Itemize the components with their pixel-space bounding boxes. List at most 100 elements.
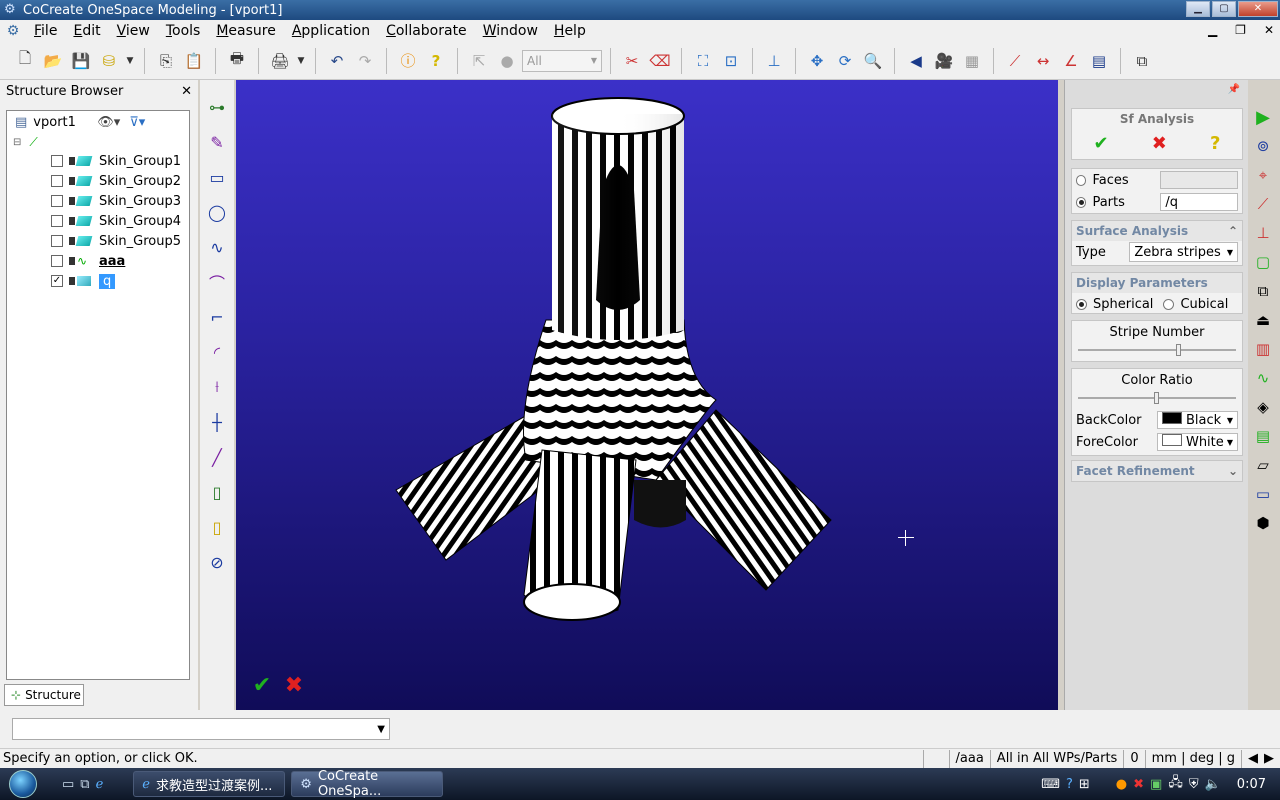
menu-window[interactable]: Window (475, 23, 546, 39)
split-icon[interactable]: ┼ (204, 409, 230, 435)
visibility-checkbox[interactable] (51, 235, 63, 247)
color-ratio-thumb[interactable] (1154, 392, 1159, 404)
rectangle-icon[interactable]: ▭ (204, 164, 230, 190)
help-question-icon[interactable]: ? (423, 48, 449, 74)
copy-part-icon[interactable]: ⧉ (1252, 280, 1274, 302)
type-select[interactable]: Zebra stripes ▼ (1129, 242, 1238, 262)
parts-radio[interactable] (1076, 196, 1087, 208)
pick-tool-icon[interactable]: ✂ (619, 48, 645, 74)
database-icon[interactable]: ⛁ (96, 48, 122, 74)
paste-icon[interactable]: 📋 (181, 48, 207, 74)
tree-item-skin-group3[interactable]: Skin_Group3 (51, 191, 189, 211)
tree-item-q[interactable]: ✓ q (51, 271, 189, 291)
close-icon[interactable]: ✕ (181, 84, 192, 99)
stripe-number-slider[interactable] (1078, 343, 1236, 357)
selection-filter-select[interactable]: All ▼ (522, 49, 602, 72)
measure-distance-icon[interactable]: ⟋ (1002, 48, 1028, 74)
close-button[interactable]: ✕ (1238, 1, 1278, 17)
dropdown-arrow-icon[interactable]: ▼ (124, 48, 136, 74)
assembly-tree-icon[interactable]: ⊶ (204, 94, 230, 120)
save-icon[interactable]: 💾 (68, 48, 94, 74)
visibility-checkbox[interactable] (51, 195, 63, 207)
tree-item-skin-group5[interactable]: Skin_Group5 (51, 231, 189, 251)
status-scope[interactable]: All in All WPs/Parts (989, 749, 1124, 768)
viewport-ok-icon[interactable]: ✔ (250, 674, 274, 698)
menu-view[interactable]: View (109, 23, 158, 39)
menu-measure[interactable]: Measure (208, 23, 284, 39)
camera-icon[interactable]: 🎥 (931, 48, 957, 74)
arc-icon[interactable]: ⌒ (204, 269, 230, 295)
new-file-icon[interactable]: 🗋 (12, 48, 38, 74)
tree-root[interactable]: ⊟ ⟋ (13, 133, 189, 151)
calculator-icon[interactable]: ▤ (1086, 48, 1112, 74)
mdi-close-button[interactable]: ✕ (1264, 23, 1274, 37)
color-ratio-slider[interactable] (1078, 391, 1236, 405)
cancel-icon[interactable]: ✖ (1152, 133, 1167, 154)
rotate-view-icon[interactable]: ⟳ (832, 48, 858, 74)
menu-application[interactable]: Application (284, 23, 378, 39)
machine-icon[interactable]: ⏏ (1252, 309, 1274, 331)
show-desktop-icon[interactable]: ▭ (62, 777, 74, 792)
task-cocreate[interactable]: ⚙ CoCreate OneSpa... (291, 769, 444, 799)
render-mode-icon[interactable]: ▦ (959, 48, 985, 74)
tree-item-aaa[interactable]: ∿ aaa (51, 251, 189, 271)
network-icon[interactable]: 🖧 (1168, 773, 1183, 795)
browser-icon[interactable]: ℯ (96, 777, 104, 792)
mdi-minimize-button[interactable]: ▁ (1208, 23, 1217, 37)
corner-icon[interactable]: ⌐ (204, 304, 230, 330)
zoom-icon[interactable]: 🔍 (860, 48, 886, 74)
cubical-radio[interactable] (1163, 298, 1175, 310)
spline-icon[interactable]: ∿ (204, 234, 230, 260)
spherical-radio[interactable] (1076, 298, 1087, 310)
switch-windows-icon[interactable]: ⧉ (80, 777, 89, 792)
datum-icon[interactable]: ⌖ (1252, 164, 1274, 186)
tree-item-skin-group2[interactable]: Skin_Group2 (51, 171, 189, 191)
print-icon[interactable]: 🖶 (224, 48, 250, 74)
dropdown-arrow-icon[interactable]: ▼ (295, 48, 307, 74)
expand-down-icon[interactable]: ⌄ (1228, 464, 1238, 478)
fillet-icon[interactable]: ◜ (204, 339, 230, 365)
tree-item-skin-group4[interactable]: Skin_Group4 (51, 211, 189, 231)
select-arrow-icon[interactable]: ⇱ (466, 48, 492, 74)
circle-icon[interactable]: ◯ (204, 199, 230, 225)
select-filter-icon[interactable]: ● (494, 48, 520, 74)
menu-collaborate[interactable]: Collaborate (378, 23, 475, 39)
visibility-checkbox[interactable]: ✓ (51, 275, 63, 287)
eraser-icon[interactable]: ⌫ (647, 48, 673, 74)
scroll-left-icon[interactable]: ◀ (1248, 751, 1258, 766)
command-input[interactable]: ▼ (12, 718, 390, 740)
fit-view-icon[interactable]: ⛶ (690, 48, 716, 74)
start-button[interactable] (0, 768, 46, 800)
document-gear-icon[interactable]: ⚙ (0, 23, 26, 39)
parts-field[interactable]: /q (1160, 193, 1238, 211)
pin-icon[interactable]: 📌 (1228, 84, 1240, 95)
ok-icon[interactable]: ✔ (1094, 133, 1109, 154)
trim-icon[interactable]: ⟊ (204, 374, 230, 400)
app-tray-icon[interactable]: ▣ (1150, 777, 1162, 792)
square-outline-icon[interactable]: ▢ (1252, 251, 1274, 273)
close-tray-icon[interactable]: ✖ (1133, 777, 1144, 792)
forecolor-select[interactable]: White ▼ (1156, 433, 1238, 451)
filter-icon[interactable]: ⊽▾ (129, 115, 155, 130)
faces-field[interactable] (1160, 171, 1238, 189)
chevron-down-icon[interactable]: ▼ (377, 724, 385, 735)
menu-help[interactable]: Help (546, 23, 594, 39)
keyboard-icon[interactable]: ⌨ (1041, 777, 1060, 792)
mdi-restore-button[interactable]: ❐ (1235, 23, 1246, 37)
previous-view-icon[interactable]: ◀ (903, 48, 929, 74)
print-setup-icon[interactable]: 🖨 (267, 48, 293, 74)
viewport-row[interactable]: ▤ vport1 👁▾ ⊽▾ (7, 111, 189, 133)
task-browser[interactable]: ℯ 求教造型过渡案例... (133, 771, 286, 797)
collapse-up-icon[interactable]: ⌃ (1228, 224, 1238, 238)
axis-icon[interactable]: ⊥ (1252, 222, 1274, 244)
taskbar-clock[interactable]: 0:07 (1237, 777, 1266, 792)
collapse-icon[interactable]: ⊟ (13, 137, 21, 148)
menu-file[interactable]: File (26, 23, 65, 39)
redo-icon[interactable]: ↷ (352, 48, 378, 74)
window-icon[interactable]: ▭ (1252, 483, 1274, 505)
faces-radio[interactable] (1076, 174, 1087, 186)
pan-icon[interactable]: ✥ (804, 48, 830, 74)
open-folder-icon[interactable]: 📂 (40, 48, 66, 74)
menu-edit[interactable]: Edit (65, 23, 108, 39)
status-workplane[interactable]: /aaa (948, 749, 990, 768)
